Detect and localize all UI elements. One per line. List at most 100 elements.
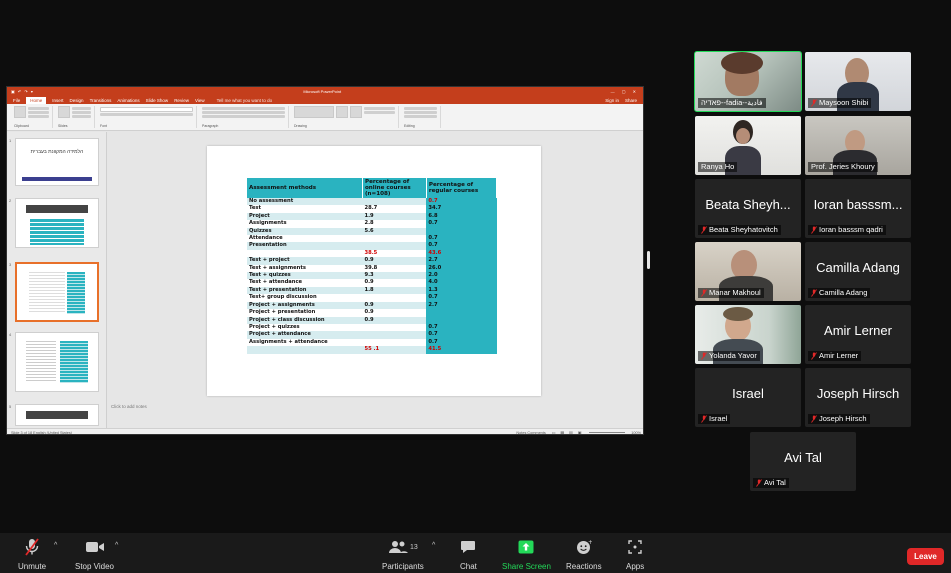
tab-insert[interactable]: Insert <box>52 98 63 103</box>
view-buttons[interactable]: ▭ ▦ ▤ ▣ <box>552 430 584 434</box>
table-row: Project + attendance 0.7 <box>247 331 497 339</box>
stop-video-button[interactable]: Stop Video <box>75 537 114 571</box>
cell-online <box>362 331 427 339</box>
slide-thumbnail-4[interactable] <box>15 332 99 392</box>
participant-tile[interactable]: Camilla Adang Camilla Adang <box>805 242 911 301</box>
tab-review[interactable]: Review <box>174 98 189 103</box>
table-row: Project + class discussion 0.9 <box>247 316 497 324</box>
panel-resize-handle[interactable] <box>647 251 650 269</box>
participant-tile[interactable]: פאדיה--fadia--فادية <box>694 51 802 112</box>
tab-slide-show[interactable]: Slide Show <box>146 98 169 103</box>
cell-online <box>362 235 427 243</box>
reactions-button[interactable]: + Reactions <box>566 537 602 571</box>
participants-button[interactable]: 13 Participants <box>382 537 424 571</box>
chat-button[interactable]: Chat <box>460 537 477 571</box>
participant-display-name: Avi Tal <box>784 450 822 465</box>
participant-tile[interactable]: Avi Tal Avi Tal <box>750 432 856 491</box>
table-header: Percentage of regular courses <box>426 178 498 198</box>
muted-microphone-icon <box>24 537 40 557</box>
participant-name: Avi Tal <box>764 478 786 487</box>
cell-regular: 2.0 <box>426 272 497 280</box>
notes-placeholder[interactable]: Click to add notes <box>111 404 147 409</box>
ribbon-group-editing[interactable]: Editing <box>401 106 441 128</box>
participant-tile[interactable]: Ioran basssm... Ioran basssm qadri <box>805 179 911 238</box>
participant-display-name: Amir Lerner <box>824 323 892 338</box>
ribbon-group-drawing[interactable]: Drawing <box>291 106 399 128</box>
unmute-button[interactable]: Unmute <box>18 537 46 571</box>
participant-tile[interactable]: Israel Israel <box>695 368 801 427</box>
muted-mic-icon <box>701 289 707 297</box>
svg-text:+: + <box>588 539 592 546</box>
share-link[interactable]: Share <box>625 98 637 103</box>
table-row: No assessment 0.7 <box>247 198 497 206</box>
participant-name: Joseph Hirsch <box>819 414 867 423</box>
table-row: Quizzes 5.6 <box>247 227 497 236</box>
current-slide[interactable]: Assessment methods Percentage of online … <box>207 146 541 396</box>
cell-method: Project + presentation <box>247 309 363 317</box>
leave-button[interactable]: Leave <box>907 548 944 565</box>
participant-tile[interactable]: Joseph Hirsch Joseph Hirsch <box>805 368 911 427</box>
tab-view[interactable]: View <box>195 98 205 103</box>
ribbon-group-clipboard[interactable]: Clipboard <box>11 106 53 128</box>
window-controls[interactable]: — ▢ ✕ <box>611 89 639 94</box>
audio-options-chevron-icon[interactable]: ^ <box>54 542 57 549</box>
cell-method <box>247 346 363 354</box>
tab-transitions[interactable]: Transitions <box>90 98 112 103</box>
participant-tile[interactable]: Manar Makhoul <box>695 242 801 301</box>
tell-me-search[interactable]: Tell me what you want to do <box>217 98 273 103</box>
cell-method: Test + presentation <box>247 286 363 295</box>
cell-regular: 0.7 <box>426 331 497 339</box>
participant-tile[interactable]: Prof. Jeries Khoury <box>805 116 911 175</box>
cell-online: 0.9 <box>362 309 427 317</box>
participants-options-chevron-icon[interactable]: ^ <box>432 542 435 549</box>
muted-mic-icon <box>811 415 817 423</box>
tab-design[interactable]: Design <box>70 98 84 103</box>
zoom-slider[interactable] <box>589 432 626 433</box>
participant-tile[interactable]: Beata Sheyh... Beata Sheyhatovitch <box>695 179 801 238</box>
participant-tile[interactable]: Yolanda Yavor <box>695 305 801 364</box>
tab-home[interactable]: Home <box>26 96 47 104</box>
cell-regular <box>426 316 497 324</box>
smiley-plus-icon: + <box>576 537 592 557</box>
ribbon-group-paragraph[interactable]: Paragraph <box>199 106 289 128</box>
cell-method: Quizzes <box>247 227 363 236</box>
cell-method: Test <box>247 205 363 213</box>
participant-name: Ranya Ho <box>701 162 735 171</box>
ppt-ribbon: Clipboard Slides Font Paragraph Drawing … <box>7 104 643 131</box>
participant-nameplate: Joseph Hirsch <box>808 414 870 424</box>
participants-label: Participants <box>382 562 424 571</box>
status-notes-comments[interactable]: Notes Comments <box>516 431 545 435</box>
cell-method: Attendance <box>247 235 363 243</box>
table-header: Assessment methods <box>247 178 363 198</box>
participant-nameplate: Yolanda Yavor <box>698 351 760 361</box>
ribbon-group-font[interactable]: Font <box>97 106 197 128</box>
sign-in-link[interactable]: Sign in <box>605 98 619 103</box>
participant-name: Maysoon Shibi <box>819 98 869 107</box>
slide-thumbnail-5[interactable] <box>15 404 99 426</box>
cell-regular: 26.0 <box>426 264 497 273</box>
tab-animations[interactable]: Animations <box>117 98 139 103</box>
share-screen-button[interactable]: Share Screen <box>502 537 551 571</box>
ribbon-label: Drawing <box>294 124 307 128</box>
ppt-quick-access[interactable]: ▣ ↶ ↷ ▾ <box>11 89 34 94</box>
status-slide-info: Slide 3 of 18 English (United States) <box>11 430 72 435</box>
video-options-chevron-icon[interactable]: ^ <box>115 542 118 549</box>
cell-method: Assignments + attendance <box>247 338 363 347</box>
slide-thumbnail-2[interactable] <box>15 198 99 248</box>
slide-editor[interactable]: Assessment methods Percentage of online … <box>107 132 643 428</box>
ppt-ribbon-tabs: File Home Insert Design Transitions Anim… <box>7 96 643 104</box>
apps-button[interactable]: Apps <box>626 537 644 571</box>
apps-icon <box>628 537 642 557</box>
participant-nameplate: Ioran basssm qadri <box>808 225 886 235</box>
ribbon-group-slides[interactable]: Slides <box>55 106 95 128</box>
slide-thumbnail-pane[interactable]: 1 הלמידה המקוונת בעברית 2 3 4 5 <box>7 132 107 428</box>
slide-thumbnail-1[interactable]: הלמידה המקוונת בעברית <box>15 138 99 186</box>
cell-online: 39.8 <box>362 264 427 273</box>
participant-display-name: Joseph Hirsch <box>816 386 900 401</box>
participant-tile[interactable]: Ranya Ho <box>695 116 801 175</box>
slide-thumbnail-3[interactable] <box>15 262 99 322</box>
ribbon-label: Editing <box>404 124 415 128</box>
tab-file[interactable]: File <box>13 98 20 103</box>
participant-tile[interactable]: Maysoon Shibi <box>805 52 911 111</box>
participant-tile[interactable]: Amir Lerner Amir Lerner <box>805 305 911 364</box>
